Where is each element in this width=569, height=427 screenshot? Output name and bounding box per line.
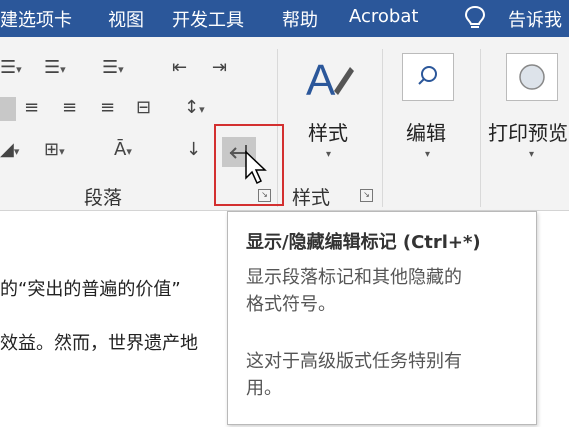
line-spacing-icon[interactable]: ↕▾ bbox=[184, 99, 205, 119]
tab-help[interactable]: 帮助 bbox=[282, 6, 318, 32]
paragraph-group-label: 段落 bbox=[84, 187, 123, 209]
tab-developer[interactable]: 开发工具 bbox=[172, 6, 244, 32]
tooltip-line: 格式符号。 bbox=[246, 294, 336, 315]
print-preview-dropdown-icon[interactable]: ▾ bbox=[529, 149, 534, 160]
document-text-line: 的“突出的普遍的价值” bbox=[0, 279, 181, 300]
tooltip-description: 显示段落标记和其他隐藏的 格式符号。 bbox=[246, 264, 526, 318]
styles-button-label[interactable]: 样式 bbox=[308, 117, 348, 146]
numbered-list-icon[interactable]: ☰▾ bbox=[44, 59, 66, 79]
tooltip-line: 这对于高级版式任务特别有 bbox=[246, 351, 462, 372]
group-separator bbox=[382, 49, 383, 207]
align-left-icon[interactable] bbox=[0, 97, 16, 121]
asian-layout-icon[interactable]: Ā▾ bbox=[114, 141, 132, 161]
tab-acrobat[interactable]: Acrobat bbox=[349, 6, 418, 27]
lightbulb-icon[interactable] bbox=[464, 5, 486, 31]
styles-brush-icon[interactable]: A bbox=[304, 53, 360, 107]
edit-dropdown-icon[interactable]: ▾ bbox=[425, 149, 430, 160]
multilevel-list-icon[interactable]: ☰▾ bbox=[102, 59, 124, 79]
tab-view[interactable]: 视图 bbox=[108, 6, 144, 32]
svg-text:A: A bbox=[306, 56, 336, 105]
styles-group-label: 样式 bbox=[292, 187, 331, 209]
shading-icon[interactable]: ◢▾ bbox=[0, 141, 19, 161]
print-preview-icon[interactable] bbox=[506, 53, 558, 101]
find-icon[interactable] bbox=[402, 53, 454, 101]
mouse-pointer-icon bbox=[244, 150, 270, 186]
tooltip-note: 这对于高级版式任务特别有 用。 bbox=[246, 348, 526, 402]
document-text-line: 效益。然而，世界遗产地 bbox=[0, 333, 198, 354]
ribbon: ☰▾ ☰▾ ☰▾ ⇤ ⇥ ≡ ≡ ≡ ⊟ ↕▾ ◢▾ ⊞▾ Ā▾ ↓ 段落 ↘ … bbox=[0, 37, 569, 211]
bulleted-list-icon[interactable]: ☰▾ bbox=[0, 59, 22, 79]
increase-indent-icon[interactable]: ⇥ bbox=[212, 59, 227, 77]
title-bar: 建选项卡 视图 开发工具 帮助 Acrobat 告诉我 bbox=[0, 0, 569, 37]
tooltip-title: 显示/隐藏编辑标记 (Ctrl+*) bbox=[246, 232, 481, 253]
tooltip: 显示/隐藏编辑标记 (Ctrl+*) 显示段落标记和其他隐藏的 格式符号。 这对… bbox=[227, 211, 537, 425]
center-icon[interactable]: ≡ bbox=[24, 99, 39, 117]
tooltip-line: 显示段落标记和其他隐藏的 bbox=[246, 267, 462, 288]
tell-me-search[interactable]: 告诉我 bbox=[508, 6, 562, 32]
distributed-icon[interactable]: ⊟ bbox=[136, 99, 151, 117]
edit-button[interactable]: 编辑 bbox=[406, 117, 446, 146]
tooltip-line: 用。 bbox=[246, 378, 282, 399]
styles-dropdown-icon[interactable]: ▾ bbox=[326, 149, 331, 160]
print-preview-button[interactable]: 打印预览 bbox=[488, 117, 568, 146]
justify-icon[interactable]: ≡ bbox=[100, 99, 115, 117]
sort-icon[interactable]: ↓ bbox=[186, 141, 201, 159]
styles-dialog-launcher-icon[interactable]: ↘ bbox=[360, 189, 373, 202]
borders-icon[interactable]: ⊞▾ bbox=[44, 141, 65, 161]
decrease-indent-icon[interactable]: ⇤ bbox=[172, 59, 187, 77]
tab-custom[interactable]: 建选项卡 bbox=[0, 6, 72, 32]
align-right-icon[interactable]: ≡ bbox=[62, 99, 77, 117]
group-separator bbox=[480, 49, 481, 207]
